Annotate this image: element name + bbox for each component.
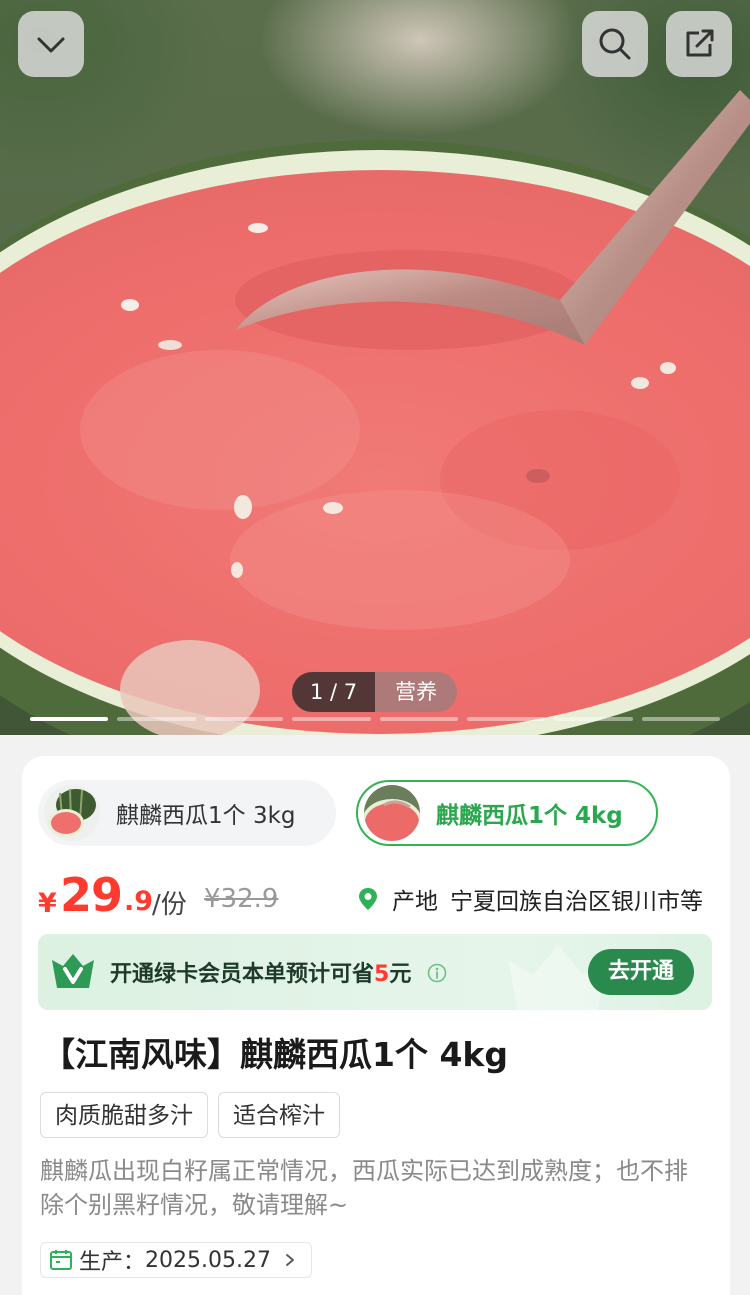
product-tag: 肉质脆甜多汁	[40, 1092, 208, 1138]
search-icon	[599, 28, 631, 60]
variant-label: 麒麟西瓜1个 4kg	[436, 803, 623, 829]
price-row: ¥ 29 .9 /份 ¥32.9 产地 宁夏回族自治区银川市等	[38, 868, 718, 924]
info-icon[interactable]	[427, 963, 447, 983]
open-membership-button[interactable]: 去开通	[588, 949, 694, 995]
product-page: 1 / 7 营养 麒麟西瓜1个 3kg 麒麟西瓜1个 4kg ¥ 29 .9 /…	[0, 0, 750, 1295]
price-currency: ¥	[38, 888, 57, 919]
price-integer: 29	[60, 868, 123, 922]
carousel-progress	[30, 717, 720, 723]
variant-label: 麒麟西瓜1个 3kg	[116, 803, 296, 829]
production-label: 生产：	[79, 1250, 146, 1275]
share-button[interactable]	[666, 11, 732, 77]
carousel-segment	[292, 717, 371, 721]
variant-option-4kg[interactable]: 麒麟西瓜1个 4kg	[356, 780, 658, 846]
product-title: 【江南风味】麒麟西瓜1个 4kg	[42, 1035, 508, 1074]
price-decimal: .9	[124, 886, 154, 917]
calendar-icon	[50, 1250, 72, 1270]
share-icon	[686, 29, 714, 57]
variant-thumbnail	[364, 785, 420, 841]
carousel-segment	[466, 717, 546, 721]
variant-thumbnail	[44, 785, 100, 841]
member-promo-text: 开通绿卡会员本单预计可省5元	[110, 956, 447, 988]
product-description: 麒麟瓜出现白籽属正常情况，西瓜实际已达到成熟度；也不排除个别黑籽情况，敬请理解~	[40, 1157, 688, 1219]
carousel-segment	[30, 717, 109, 721]
chevron-right-icon	[286, 1254, 294, 1266]
production-date: 2025.05.27	[145, 1247, 271, 1273]
nutrition-tab[interactable]: 营养	[375, 672, 458, 712]
location-pin-icon	[359, 888, 377, 910]
member-text-suffix: 元	[389, 962, 412, 987]
origin-value: 宁夏回族自治区银川市等	[450, 889, 703, 915]
carousel-segment	[554, 717, 633, 721]
back-button[interactable]	[18, 11, 84, 77]
image-counter: 1 / 7	[292, 672, 376, 712]
production-date-chip[interactable]: 生产： 2025.05.27	[40, 1242, 312, 1278]
variant-option-3kg[interactable]: 麒麟西瓜1个 3kg	[38, 780, 336, 846]
original-price: ¥32.9	[204, 884, 279, 914]
product-tag: 适合榨汁	[218, 1092, 340, 1138]
green-card-v-icon	[52, 954, 94, 988]
member-promo-banner[interactable]: 开通绿卡会员本单预计可省5元 去开通	[38, 934, 712, 1010]
search-button[interactable]	[582, 11, 648, 77]
member-save-amount: 5	[374, 962, 390, 987]
product-tags: 肉质脆甜多汁 适合榨汁	[40, 1092, 340, 1138]
carousel-segment	[379, 717, 458, 721]
member-text-prefix: 开通绿卡会员本单预计可省	[110, 962, 375, 987]
origin-label: 产地	[392, 889, 438, 915]
product-image-carousel[interactable]: 1 / 7 营养	[0, 0, 750, 735]
chevron-down-icon	[37, 37, 65, 53]
origin-info: 产地 宁夏回族自治区银川市等	[358, 882, 703, 916]
product-info-card: 麒麟西瓜1个 3kg 麒麟西瓜1个 4kg ¥ 29 .9 /份 ¥32.9 产…	[22, 756, 730, 1295]
carousel-segment	[204, 717, 284, 721]
carousel-segment	[117, 717, 196, 721]
image-indicator: 1 / 7 营养	[292, 672, 458, 712]
price-unit: /份	[152, 890, 187, 920]
carousel-segment	[641, 717, 720, 721]
watermelon-photo	[0, 90, 750, 735]
